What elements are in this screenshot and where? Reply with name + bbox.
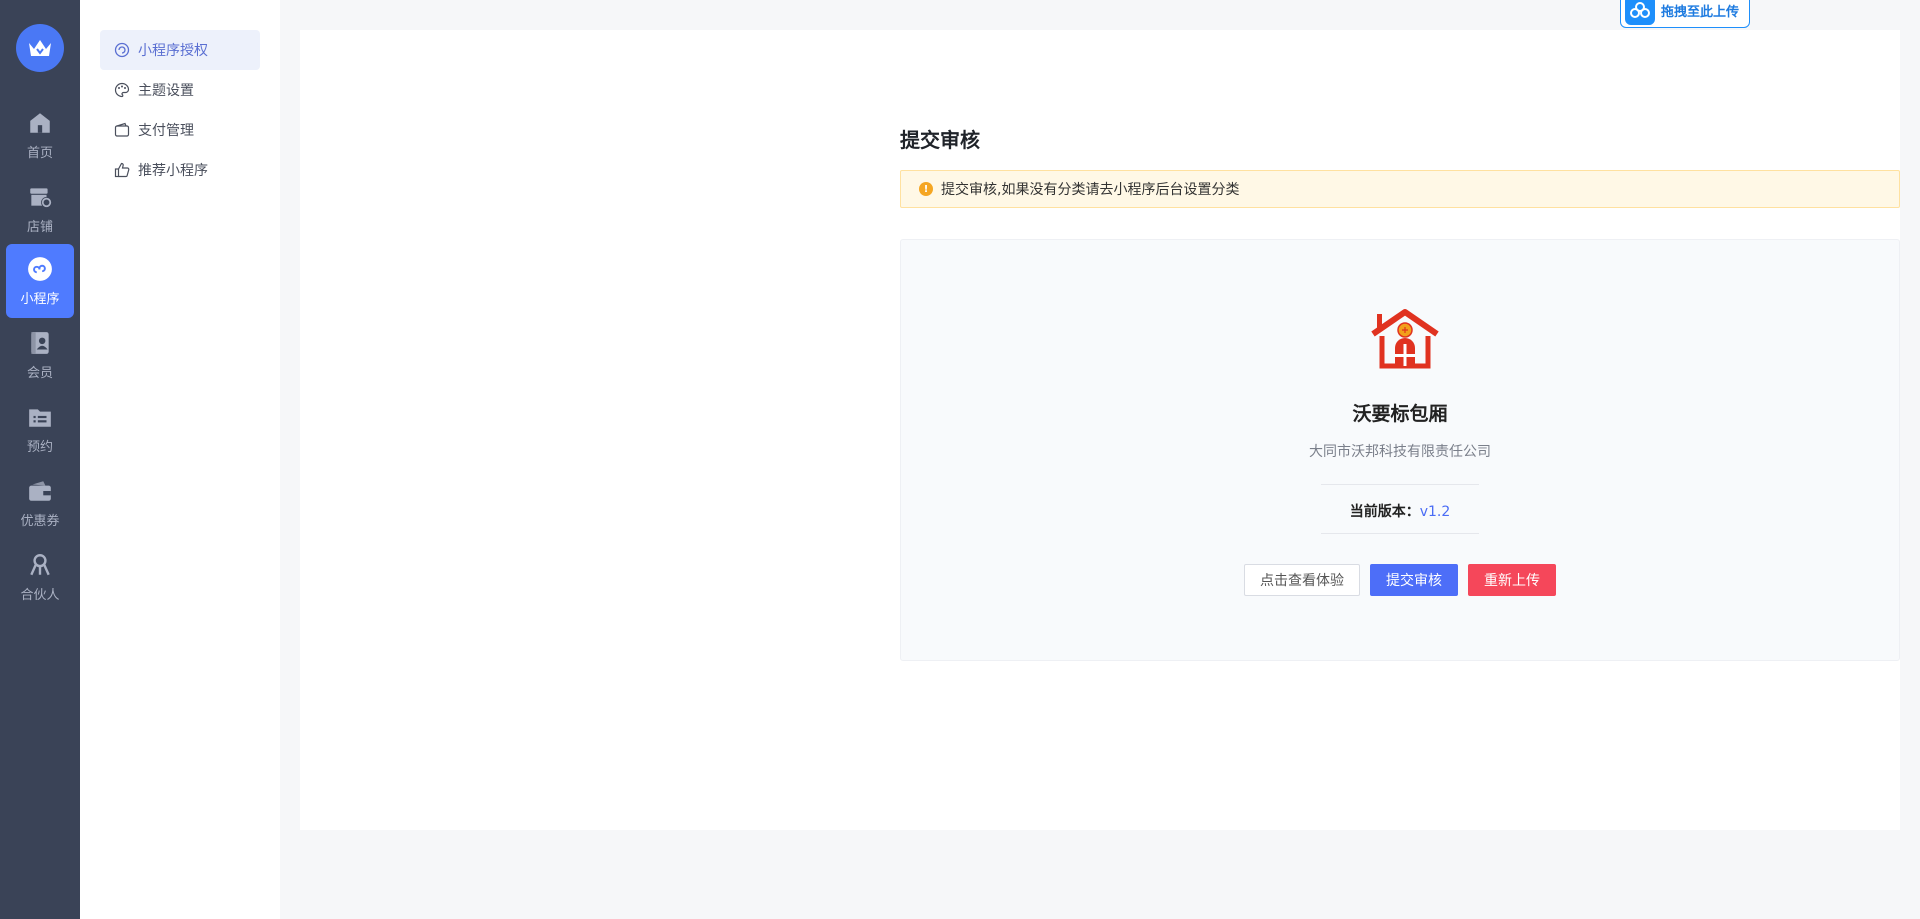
partner-icon bbox=[30, 553, 50, 575]
rail-item-store[interactable]: 店铺 bbox=[6, 172, 74, 246]
coupon-icon bbox=[29, 480, 51, 501]
divider-bottom bbox=[1321, 533, 1479, 534]
miniprogram-icon bbox=[28, 256, 52, 281]
rail-item-label: 优惠券 bbox=[20, 513, 60, 529]
subnav-item-recommend[interactable]: 推荐小程序 bbox=[100, 150, 260, 190]
app-info-card: 沃要标包厢 大同市沃邦科技有限责任公司 当前版本：v1.2 点击查看体验 提交审… bbox=[900, 239, 1900, 661]
member-icon bbox=[31, 331, 49, 354]
palette-icon bbox=[114, 82, 130, 98]
subnav-item-label: 推荐小程序 bbox=[138, 163, 208, 179]
crown-icon bbox=[29, 40, 51, 56]
rail-item-label: 店铺 bbox=[26, 219, 53, 235]
app-logo[interactable] bbox=[16, 24, 64, 72]
version-label: 当前版本： bbox=[1349, 504, 1420, 520]
subnav-item-label: 主题设置 bbox=[138, 83, 194, 99]
alert-text: 提交审核,如果没有分类请去小程序后台设置分类 bbox=[941, 182, 1240, 198]
version-value: v1.2 bbox=[1419, 504, 1451, 520]
preview-button[interactable]: 点击查看体验 bbox=[1244, 564, 1360, 596]
drag-upload-widget[interactable]: 拖拽至此上传 bbox=[1620, 0, 1750, 28]
rail-item-miniprogram[interactable]: 小程序 bbox=[6, 244, 74, 318]
wallet-icon bbox=[114, 122, 130, 137]
page-title: 提交审核 bbox=[900, 128, 980, 152]
warning-icon: ! bbox=[919, 182, 933, 196]
main-sidebar: 首页 店铺 小程序 会员 预约 优惠券 合伙人 bbox=[0, 0, 80, 919]
home-icon bbox=[30, 112, 50, 133]
cloud-upload-icon bbox=[1625, 0, 1655, 25]
content-panel: 提交审核 ! 提交审核,如果没有分类请去小程序后台设置分类 沃要标包厢 大同市沃… bbox=[300, 30, 1900, 830]
rail-item-partner[interactable]: 合伙人 bbox=[6, 540, 74, 614]
drag-upload-label: 拖拽至此上传 bbox=[1661, 4, 1740, 20]
subnav-item-theme[interactable]: 主题设置 bbox=[100, 70, 260, 110]
house-logo-icon bbox=[1371, 309, 1439, 369]
submit-review-button[interactable]: 提交审核 bbox=[1370, 564, 1458, 596]
thumbs-up-icon bbox=[114, 162, 130, 178]
app-name: 沃要标包厢 bbox=[1352, 403, 1448, 425]
rail-item-label: 会员 bbox=[26, 365, 53, 381]
rail-item-home[interactable]: 首页 bbox=[6, 98, 74, 172]
authorize-icon bbox=[114, 42, 130, 58]
rail-item-label: 合伙人 bbox=[20, 587, 60, 603]
action-buttons: 点击查看体验 提交审核 重新上传 bbox=[901, 564, 1899, 596]
reupload-button[interactable]: 重新上传 bbox=[1468, 564, 1556, 596]
store-icon bbox=[30, 187, 52, 208]
subnav-item-payment[interactable]: 支付管理 bbox=[100, 110, 260, 150]
sub-sidebar: 小程序授权 主题设置 支付管理 推荐小程序 bbox=[80, 0, 280, 919]
subnav-item-authorize[interactable]: 小程序授权 bbox=[100, 30, 260, 70]
subnav-item-label: 支付管理 bbox=[138, 123, 194, 139]
divider-top bbox=[1321, 484, 1479, 485]
rail-item-label: 预约 bbox=[26, 439, 53, 455]
appointment-icon bbox=[29, 408, 51, 427]
subnav-item-label: 小程序授权 bbox=[138, 43, 208, 59]
rail-item-appointment[interactable]: 预约 bbox=[6, 392, 74, 466]
rail-item-label: 首页 bbox=[26, 145, 53, 161]
version-line: 当前版本：v1.2 bbox=[901, 501, 1899, 521]
warning-alert: ! 提交审核,如果没有分类请去小程序后台设置分类 bbox=[900, 170, 1900, 208]
rail-item-coupon[interactable]: 优惠券 bbox=[6, 466, 74, 540]
rail-item-member[interactable]: 会员 bbox=[6, 318, 74, 392]
rail-item-label: 小程序 bbox=[20, 291, 60, 307]
company-name: 大同市沃邦科技有限责任公司 bbox=[1309, 444, 1491, 460]
